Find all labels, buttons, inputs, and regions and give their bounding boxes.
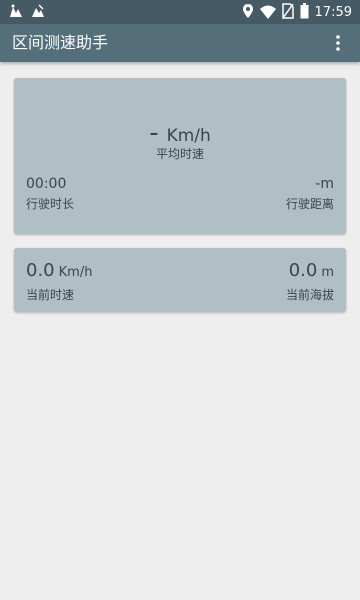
current-altitude-unit: m	[321, 265, 334, 280]
current-altitude-label: 当前海拔	[285, 288, 334, 302]
app-bar: 区间测速助手	[0, 24, 360, 62]
notification-icon	[8, 3, 24, 23]
more-vert-icon	[336, 35, 340, 51]
location-icon	[242, 3, 254, 23]
duration-value: 00:00	[26, 176, 67, 192]
app-title: 区间测速助手	[12, 33, 109, 52]
no-sim-icon	[281, 3, 294, 23]
current-speed-label: 当前时速	[26, 288, 75, 302]
distance-label: 行驶距离	[285, 197, 334, 211]
current-altitude-display: 0.0 m	[289, 260, 334, 281]
status-bar: 17:59	[0, 0, 360, 24]
average-speed-display: - Km/h	[14, 118, 346, 148]
current-status-card: 0.0 Km/h 当前时速 0.0 m 当前海拔	[14, 248, 346, 312]
average-speed-value: -	[149, 118, 159, 148]
average-speed-unit: Km/h	[166, 126, 211, 146]
average-speed-label: 平均时速	[155, 147, 204, 161]
current-altitude-value: 0.0	[288, 260, 318, 281]
status-time: 17:59	[314, 5, 352, 20]
wifi-icon	[259, 4, 276, 23]
duration-label: 行驶时长	[26, 197, 75, 211]
current-speed-unit: Km/h	[58, 265, 93, 280]
notification-icon	[30, 3, 46, 23]
current-speed-display: 0.0 Km/h	[26, 260, 92, 281]
overflow-menu-button[interactable]	[322, 27, 354, 59]
current-speed-value: 0.0	[26, 260, 55, 281]
distance-value: -m	[315, 176, 334, 192]
battery-icon	[300, 3, 309, 23]
trip-summary-card: - Km/h 平均时速 00:00 行驶时长 -m 行驶距离	[14, 78, 346, 234]
